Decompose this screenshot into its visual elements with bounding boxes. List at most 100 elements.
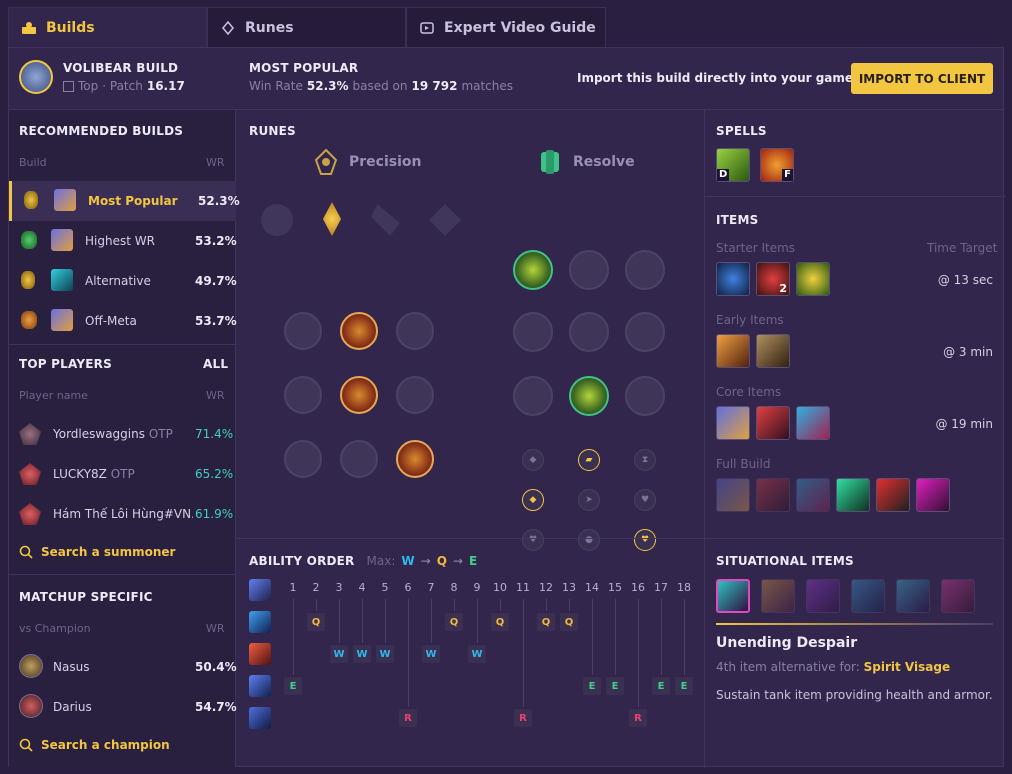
shard-health-scaling[interactable]: ♥ — [634, 489, 656, 511]
potion-count: 2 — [779, 282, 787, 295]
tab-video-guide[interactable]: Expert Video Guide — [406, 7, 606, 47]
build-option-highest-wr[interactable]: Highest WR 53.2% — [9, 221, 237, 261]
rune-slot[interactable] — [569, 312, 609, 352]
ghost-spell-icon[interactable]: D — [716, 148, 750, 182]
runes-icon — [220, 20, 236, 36]
shard-adaptive[interactable]: ◆ — [522, 449, 544, 471]
shard-adaptive[interactable]: ◆ — [522, 489, 544, 511]
core-items-label: Core Items — [716, 385, 782, 399]
dorans-shield-icon[interactable] — [716, 262, 750, 296]
search-champion-link[interactable]: Search a champion — [19, 738, 170, 752]
level-number: 7 — [427, 581, 435, 594]
rune-slot[interactable] — [625, 250, 665, 290]
matchup-row[interactable]: Darius 54.7% — [9, 687, 237, 727]
rune-slot[interactable] — [284, 376, 322, 414]
rune-slot[interactable] — [340, 440, 378, 478]
build-option-off-meta[interactable]: Off-Meta 53.7% — [9, 301, 237, 341]
situational-item-4[interactable] — [851, 579, 885, 613]
press-the-attack-rune[interactable] — [261, 204, 293, 236]
spell-icon — [51, 229, 73, 251]
matches-suffix: matches — [461, 79, 514, 93]
situational-item-2[interactable] — [761, 579, 795, 613]
shard-ability-haste[interactable]: ⧗ — [634, 449, 656, 471]
boots-icon[interactable] — [756, 334, 790, 368]
health-potion-icon[interactable]: 2 — [756, 262, 790, 296]
spell-icon — [51, 269, 73, 291]
level-guide-line — [684, 599, 685, 675]
tab-runes-label: Runes — [245, 19, 294, 36]
tab-builds[interactable]: Builds — [8, 7, 207, 47]
plated-steelcaps-icon[interactable] — [756, 406, 790, 440]
situational-alt-line: 4th item alternative for: Spirit Visage — [716, 660, 950, 674]
full-build-item-6[interactable] — [916, 478, 950, 512]
rune-slot[interactable] — [284, 312, 322, 350]
situational-item-3[interactable] — [806, 579, 840, 613]
rune-slot[interactable] — [513, 376, 553, 416]
unending-despair-icon[interactable] — [716, 579, 750, 613]
level-number: 1 — [289, 581, 297, 594]
rune-selected[interactable] — [340, 312, 378, 350]
build-col-header: Build — [19, 156, 47, 169]
build-option-most-popular[interactable]: Most Popular 52.3% — [9, 181, 240, 221]
ability-level-18-e: E — [675, 677, 693, 695]
shard-attack-speed[interactable]: ▰ — [578, 449, 600, 471]
player-row[interactable]: Yordleswaggins OTP 71.4% — [9, 414, 236, 454]
rune-slot[interactable] — [625, 376, 665, 416]
ability-order-section: ABILITY ORDER Max: W → Q → E 1E2Q3W4W5W6… — [237, 538, 704, 768]
level-guide-line — [523, 599, 524, 707]
level-guide-line — [546, 599, 547, 611]
full-build-label: Full Build — [716, 457, 771, 471]
shard-move-speed[interactable]: ➤ — [578, 489, 600, 511]
full-build-item-2[interactable] — [756, 478, 790, 512]
rune-slot[interactable] — [396, 312, 434, 350]
import-to-client-button[interactable]: IMPORT TO CLIENT — [851, 63, 993, 94]
resolve-rune-icon — [21, 231, 37, 249]
rune-slot[interactable] — [569, 250, 609, 290]
level-guide-line — [408, 599, 409, 707]
role-label: Top — [78, 79, 99, 93]
level-guide-line — [592, 599, 593, 675]
search-summoner-link[interactable]: Search a summoner — [19, 545, 175, 559]
matchup-name: Darius — [53, 700, 92, 714]
spells-title: SPELLS — [716, 124, 767, 138]
darius-avatar — [19, 694, 43, 718]
full-build-item-3[interactable] — [796, 478, 830, 512]
level-number: 15 — [608, 581, 622, 594]
level-number: 17 — [654, 581, 668, 594]
kindlegem-icon[interactable] — [716, 334, 750, 368]
secondary-rune-selected[interactable] — [513, 250, 553, 290]
rune-selected[interactable] — [396, 440, 434, 478]
ability-level-2-q: Q — [307, 613, 325, 631]
rune-slot[interactable] — [396, 376, 434, 414]
matchup-row[interactable]: Nasus 50.4% — [9, 647, 237, 687]
patch-value: 16.17 — [146, 79, 185, 93]
player-row[interactable]: LUCKY8Z OTP 65.2% — [9, 454, 236, 494]
nashors-tooth-icon[interactable] — [796, 406, 830, 440]
build-option-wr: 52.3% — [198, 194, 240, 208]
lethal-tempo-rune[interactable] — [323, 202, 341, 236]
full-build-item-4[interactable] — [836, 478, 870, 512]
build-option-label: Highest WR — [85, 234, 155, 248]
level-number: 13 — [562, 581, 576, 594]
flash-spell-icon[interactable]: F — [760, 148, 794, 182]
top-players-all-link[interactable]: ALL — [203, 357, 228, 371]
ability-level-3-w: W — [330, 645, 348, 663]
rune-slot[interactable] — [513, 312, 553, 352]
conqueror-rune[interactable] — [429, 204, 461, 236]
situational-item-5[interactable] — [896, 579, 930, 613]
fleet-footwork-rune[interactable] — [371, 204, 400, 236]
situational-description: Sustain tank item providing health and a… — [716, 688, 993, 702]
rune-slot[interactable] — [625, 312, 665, 352]
situational-item-6[interactable] — [941, 579, 975, 613]
secondary-rune-selected[interactable] — [569, 376, 609, 416]
full-build-item-1[interactable] — [716, 478, 750, 512]
riftmaker-icon[interactable] — [716, 406, 750, 440]
tab-runes[interactable]: Runes — [207, 7, 406, 47]
winrate-prefix: Win Rate — [249, 79, 303, 93]
rune-slot[interactable] — [284, 440, 322, 478]
stealth-ward-icon[interactable] — [796, 262, 830, 296]
full-build-item-5[interactable] — [876, 478, 910, 512]
rune-selected[interactable] — [340, 376, 378, 414]
build-option-alternative[interactable]: Alternative 49.7% — [9, 261, 237, 301]
player-row[interactable]: Hám Thế Lôi Hùng#VN... 61.9% — [9, 494, 236, 534]
